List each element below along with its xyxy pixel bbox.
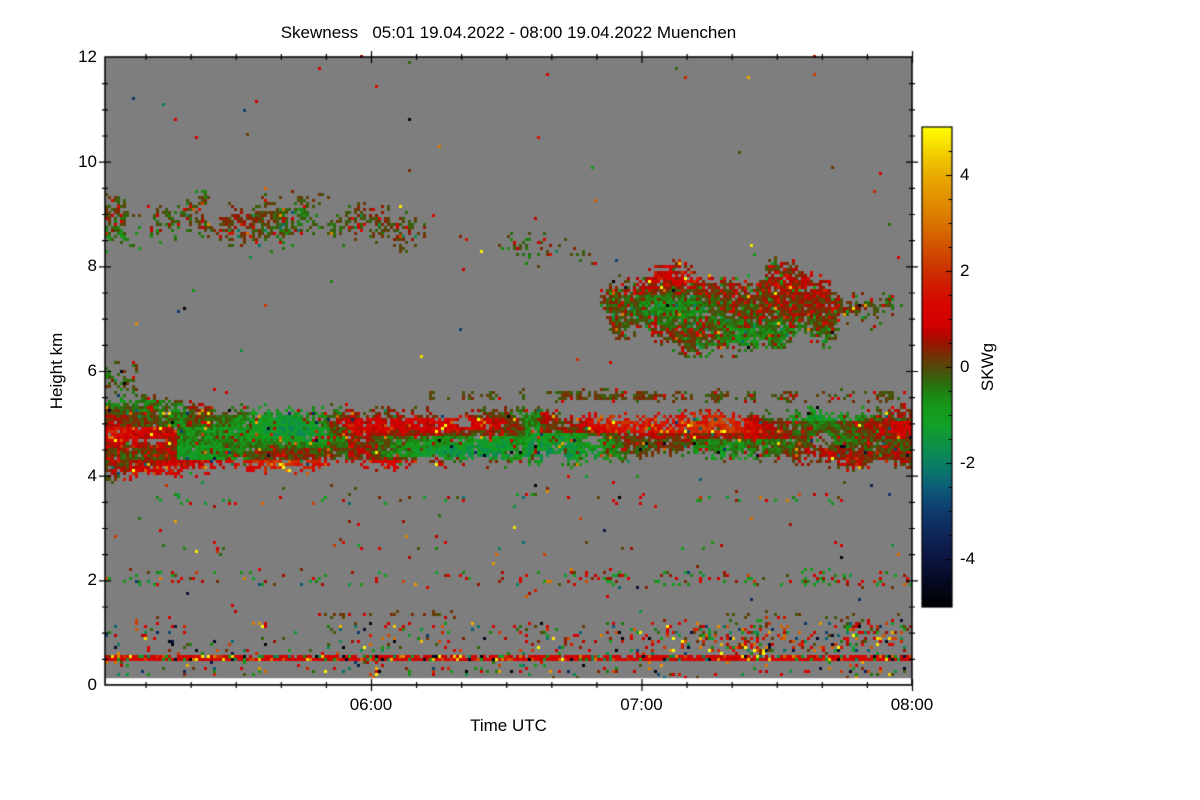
y-tick-label: 8 <box>87 256 97 276</box>
colorbar-tick-label: -2 <box>960 453 976 472</box>
x-tick-label: 08:00 <box>890 695 934 714</box>
chart-title: Skewness 05:01 19.04.2022 - 08:00 19.04.… <box>280 23 737 42</box>
y-tick-label: 6 <box>87 361 97 380</box>
colorbar-tick-label: 0 <box>960 357 970 376</box>
y-tick-label: 12 <box>78 47 97 66</box>
colorbar-tick-label: 4 <box>960 165 970 184</box>
y-tick-label: 10 <box>78 151 97 171</box>
colorbar-tick-label: -4 <box>960 549 976 568</box>
x-axis-title: Time UTC <box>470 716 547 735</box>
x-tick-label: 07:00 <box>620 695 663 714</box>
y-tick-label: 0 <box>87 675 97 694</box>
y-tick-label: 4 <box>87 465 97 485</box>
x-tick-label: 06:00 <box>349 695 393 714</box>
y-tick-label: 2 <box>87 570 97 590</box>
skewness-chart-figure: Skewness 05:01 19.04.2022 - 08:00 19.04.… <box>0 0 1200 800</box>
heatmap-canvas <box>0 0 1200 800</box>
colorbar-tick-label: 2 <box>960 261 970 280</box>
